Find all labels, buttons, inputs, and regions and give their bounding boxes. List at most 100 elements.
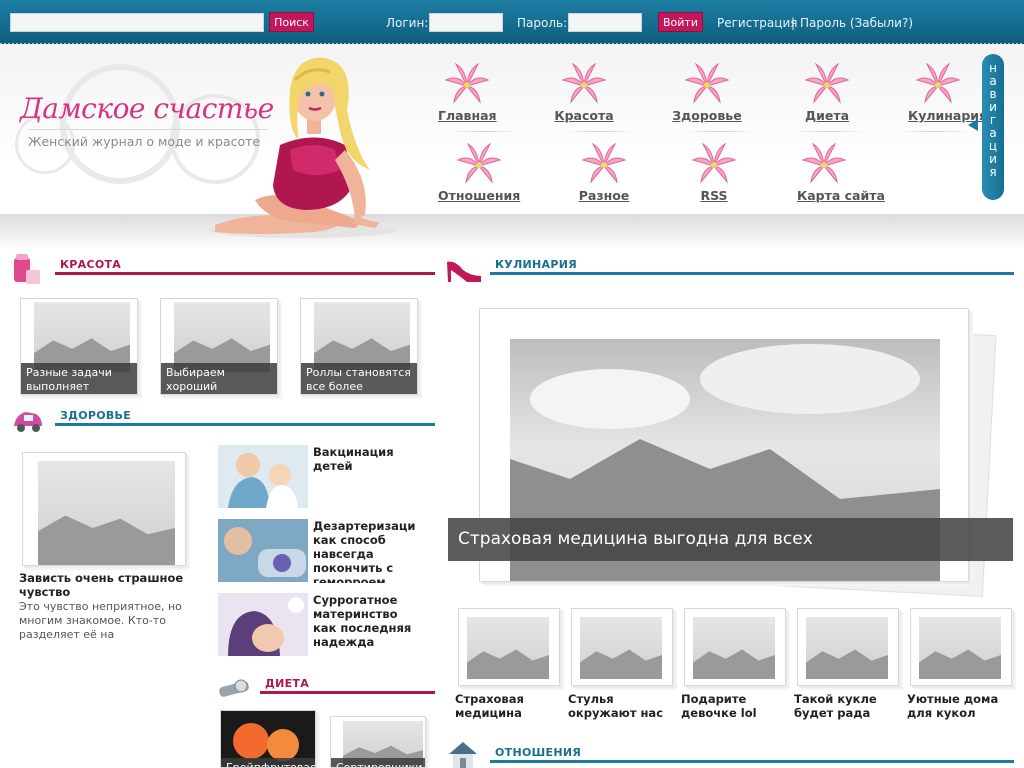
nav-item-beauty[interactable]: Красота [553, 62, 615, 123]
article-title[interactable]: Дезартеризаци как способ навсегда поконч… [313, 519, 418, 583]
register-link[interactable]: Регистрация [717, 15, 797, 31]
pregnancy-photo[interactable] [218, 593, 308, 656]
section-underline [490, 272, 1014, 275]
nav-label[interactable]: Здоровье [672, 108, 742, 123]
article-caption[interactable]: Выбираем хороший твердотопливный [161, 363, 277, 394]
article-thumb[interactable]: Роллы становятся все более [300, 298, 418, 395]
cosmetics-icon [14, 254, 40, 284]
article-caption[interactable]: Роллы становятся все более [301, 363, 417, 394]
section-heading-beauty[interactable]: КРАСОТА [60, 258, 121, 271]
nav-item-health[interactable]: Здоровье [672, 62, 742, 123]
nav-label[interactable]: Отношения [438, 188, 520, 203]
article-thumb[interactable]: Грейпфрутовая [220, 710, 316, 768]
forgot-password-link[interactable]: Пароль (Забыли?) [800, 15, 913, 31]
article-thumb[interactable] [797, 608, 899, 686]
article-excerpt: Это чувство неприятное, но многим знаком… [19, 600, 182, 641]
article-image [919, 617, 1001, 679]
login-label: Логин: [386, 16, 429, 30]
article-title[interactable]: Такой кукле будет рада [794, 692, 899, 720]
scale-icon [219, 679, 249, 697]
section-heading-cooking[interactable]: КУЛИНАРИЯ [495, 258, 577, 271]
lily-icon [456, 142, 502, 184]
article-thumb[interactable] [458, 608, 560, 686]
article-image [38, 461, 175, 565]
article-image [806, 617, 888, 679]
nav-item-rss[interactable]: RSS [690, 142, 738, 203]
link-separator: | [791, 16, 796, 30]
nav-label[interactable]: RSS [690, 188, 738, 203]
article-caption[interactable]: Сортировщики [331, 758, 425, 767]
house-icon [449, 742, 477, 768]
nav-item-cooking[interactable]: Кулинария [908, 62, 987, 123]
nav-item-misc[interactable]: Разное [576, 142, 632, 203]
search-input[interactable] [10, 13, 264, 32]
nav-arrow-icon [968, 119, 978, 131]
article-image [34, 302, 130, 372]
password-label: Пароль: [517, 16, 568, 30]
article-thumb[interactable] [684, 608, 786, 686]
lily-icon [684, 62, 730, 104]
featured-caption[interactable]: Страховая медицина выгодна для всех [448, 518, 1013, 561]
article-thumb[interactable] [910, 608, 1012, 686]
nav-item-sitemap[interactable]: Карта сайта [797, 142, 885, 203]
nav-label[interactable]: Главная [438, 108, 497, 123]
section-underline [55, 423, 435, 426]
article-caption[interactable]: Грейпфрутовая [221, 758, 315, 767]
section-underline [490, 760, 1014, 763]
search-button[interactable]: Поиск [269, 12, 314, 32]
lily-icon [804, 62, 850, 104]
article-title[interactable]: Вакцинация детей [313, 445, 413, 505]
car-icon [14, 412, 42, 432]
section-underline [55, 272, 435, 275]
top-bar: Поиск Логин: Пароль: Войти Регистрация |… [0, 0, 1024, 47]
login-input[interactable] [429, 13, 503, 32]
nav-item-home[interactable]: Главная [438, 62, 497, 123]
lily-icon [561, 62, 607, 104]
medical-device-photo[interactable] [218, 519, 308, 582]
navigation-tab[interactable]: н а в и г а ц и я [982, 54, 1004, 200]
nav-divider [685, 131, 755, 132]
article-title[interactable]: Уютные дома для кукол [907, 692, 1012, 720]
article-thumb[interactable]: Выбираем хороший твердотопливный [160, 298, 278, 395]
article-title[interactable]: Зависть очень страшное чувство [19, 571, 199, 599]
article-caption[interactable]: Разные задачи выполняет [21, 363, 137, 394]
nav-item-relations[interactable]: Отношения [438, 142, 520, 203]
nav-label[interactable]: Красота [553, 108, 615, 123]
article-thumb[interactable] [571, 608, 673, 686]
article-image [467, 617, 549, 679]
nav-divider [565, 131, 635, 132]
article-thumb[interactable]: Сортировщики [330, 716, 426, 768]
lily-icon [801, 142, 847, 184]
password-input[interactable] [568, 13, 642, 32]
nav-divider [450, 131, 520, 132]
login-button[interactable]: Войти [658, 12, 703, 32]
section-heading-diet[interactable]: ДИЕТА [265, 677, 309, 690]
article-thumb[interactable]: Разные задачи выполняет [20, 298, 138, 395]
vaccination-photo[interactable] [218, 445, 308, 508]
nav-divider [900, 131, 970, 132]
nav-label[interactable]: Карта сайта [797, 188, 885, 203]
article-image [174, 302, 270, 372]
article-image [693, 617, 775, 679]
lily-icon [581, 142, 627, 184]
article-title[interactable]: Суррогатное материнство как последняя на… [313, 593, 413, 653]
section-underline [260, 691, 435, 694]
article-thumb[interactable] [22, 452, 186, 566]
nav-divider [795, 131, 865, 132]
section-heading-health[interactable]: ЗДОРОВЬЕ [60, 409, 131, 422]
article-title[interactable]: Стулья окружают нас [568, 692, 673, 720]
article-title[interactable]: Страховая медицина [455, 692, 560, 720]
lily-icon [691, 142, 737, 184]
lily-icon [444, 62, 490, 104]
high-heel-icon [447, 261, 481, 282]
nav-label[interactable]: Кулинария [908, 108, 987, 123]
nav-item-diet[interactable]: Диета [802, 62, 852, 123]
nav-label[interactable]: Диета [802, 108, 852, 123]
nav-tab-letter: я [989, 165, 997, 179]
pinup-girl-illustration [208, 57, 398, 238]
section-heading-relations[interactable]: ОТНОШЕНИЯ [495, 746, 581, 759]
article-title[interactable]: Подарите девочке lol [681, 692, 786, 720]
lily-icon [915, 62, 961, 104]
article-image [314, 302, 410, 372]
nav-label[interactable]: Разное [576, 188, 632, 203]
